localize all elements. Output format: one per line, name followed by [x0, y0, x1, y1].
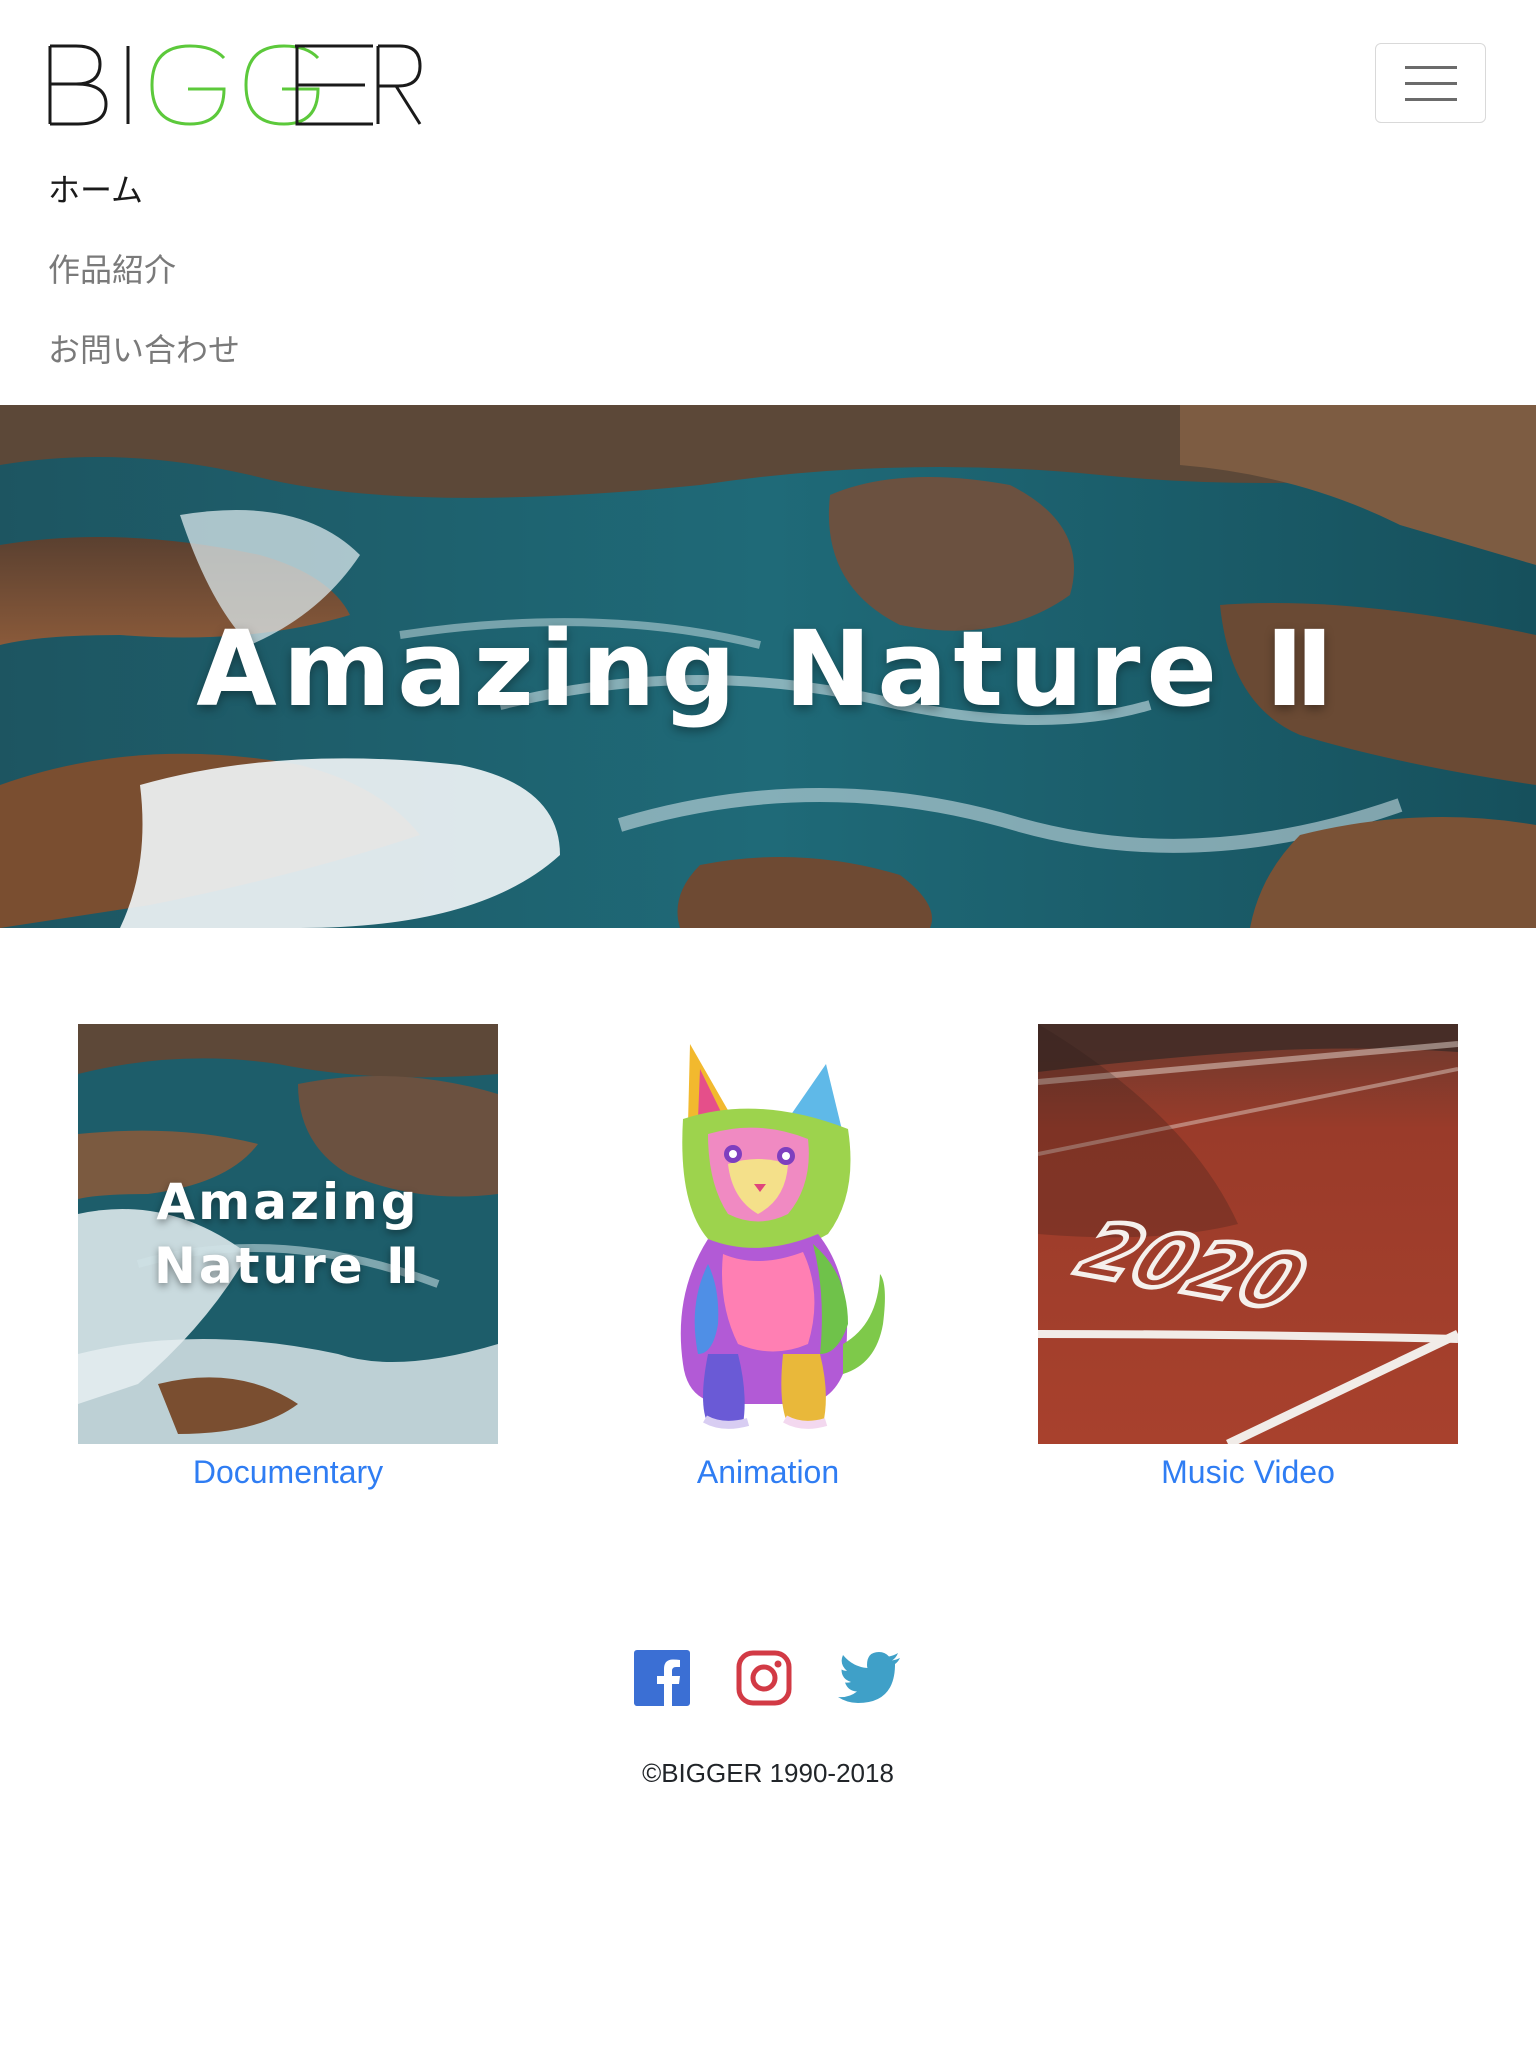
nav-item-contact: お問い合わせ: [48, 310, 240, 390]
hero-title: Amazing Nature Ⅱ: [196, 607, 1340, 730]
brand-logo[interactable]: [48, 44, 422, 126]
nav-menu: ホーム 作品紹介 お問い合わせ: [48, 150, 240, 390]
nav-link-home[interactable]: ホーム: [48, 171, 143, 209]
hamburger-menu-icon-bar: [1405, 82, 1457, 85]
navbar: ホーム 作品紹介 お問い合わせ: [0, 0, 1536, 405]
facebook-icon[interactable]: [634, 1650, 690, 1711]
twitter-icon[interactable]: [838, 1650, 902, 1711]
work-card-documentary[interactable]: Amazing Nature Ⅱ Documentary: [78, 1024, 498, 1494]
bigger-logo-icon: [48, 44, 422, 126]
animation-link[interactable]: Animation: [558, 1450, 978, 1494]
thumb-title-line-2: Nature Ⅱ: [154, 1237, 422, 1295]
music-video-link[interactable]: Music Video: [1038, 1450, 1458, 1494]
nav-link-contact[interactable]: お問い合わせ: [48, 331, 240, 369]
hero-banner: Amazing Nature Ⅱ: [0, 405, 1536, 928]
track-2020-text: 2020: [1053, 1205, 1329, 1329]
nav-item-works: 作品紹介: [48, 230, 240, 310]
social-links: [0, 1650, 1536, 1714]
music-video-thumbnail[interactable]: 2020: [1038, 1024, 1458, 1444]
colorful-cat-icon: [558, 1024, 978, 1444]
documentary-thumbnail[interactable]: Amazing Nature Ⅱ: [78, 1024, 498, 1444]
animation-thumbnail[interactable]: [558, 1024, 978, 1444]
documentary-thumb-title: Amazing Nature Ⅱ: [78, 1024, 498, 1444]
hamburger-menu-icon: [1405, 66, 1457, 69]
nav-item-home: ホーム: [48, 150, 240, 230]
work-card-music-video[interactable]: 2020 Music Video: [1038, 1024, 1458, 1494]
svg-text:2020: 2020: [1056, 1207, 1327, 1326]
work-card-animation[interactable]: Animation: [558, 1024, 978, 1494]
documentary-link[interactable]: Documentary: [78, 1450, 498, 1494]
nav-link-works[interactable]: 作品紹介: [48, 251, 176, 289]
hamburger-menu-icon-bar: [1405, 98, 1457, 101]
instagram-icon[interactable]: [736, 1650, 792, 1711]
navbar-toggle-button[interactable]: [1375, 43, 1486, 123]
copyright-text: ©BIGGER 1990-2018: [642, 1758, 894, 1788]
thumb-title-line-1: Amazing: [156, 1173, 420, 1231]
